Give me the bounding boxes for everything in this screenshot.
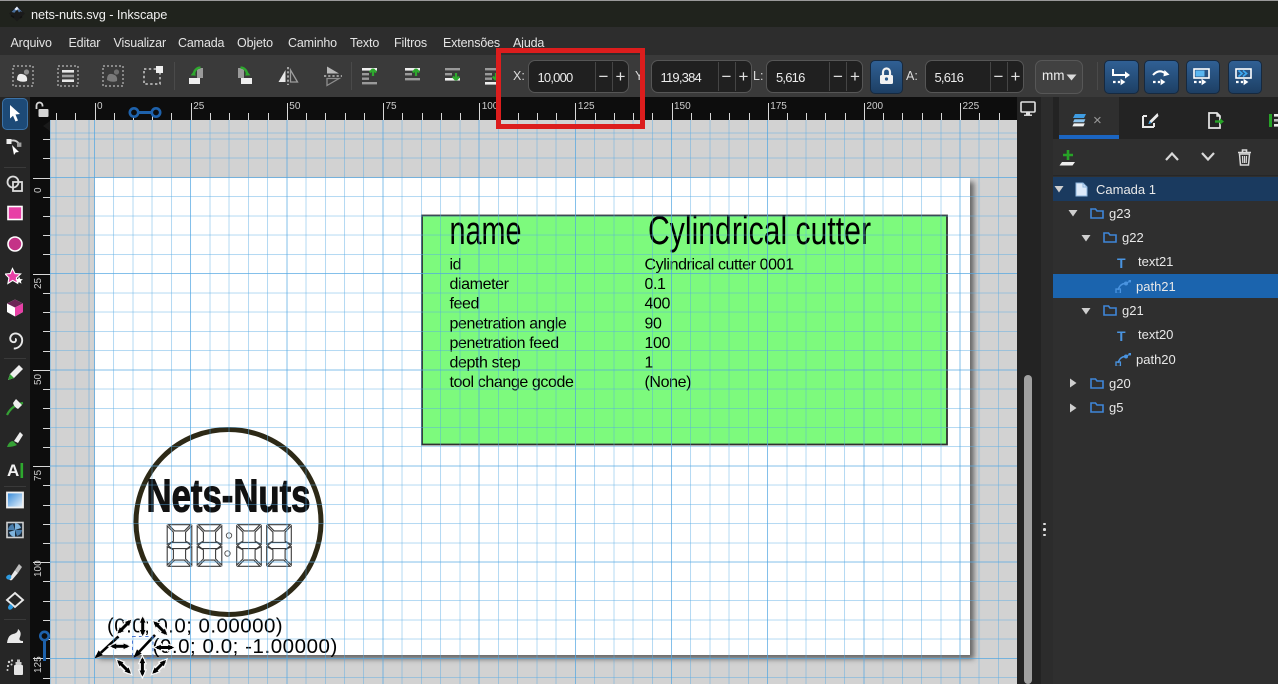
svg-text:A: A xyxy=(7,461,19,480)
